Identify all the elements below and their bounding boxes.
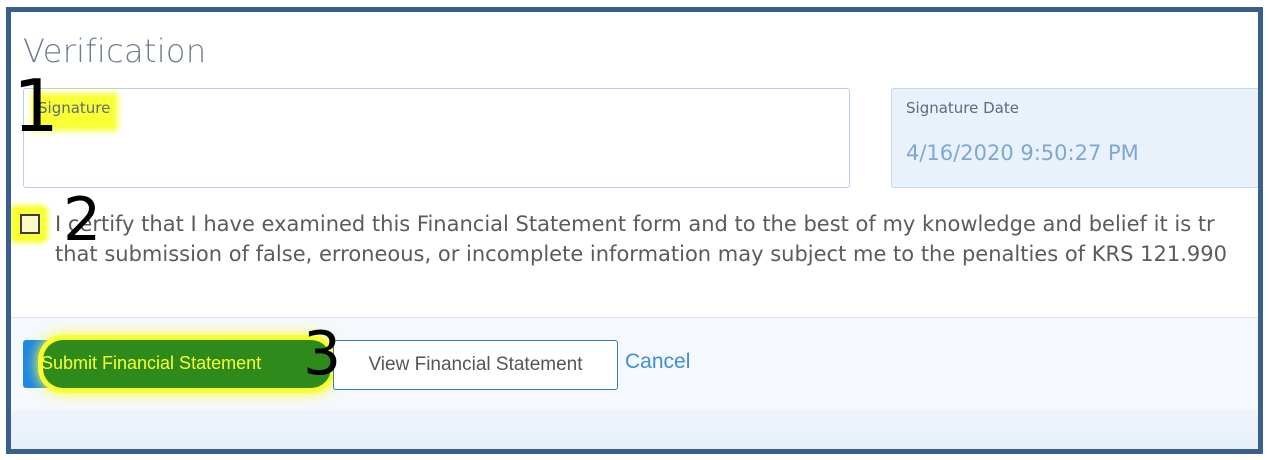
signature-date-value: 4/16/2020 9:50:27 PM [906, 141, 1139, 165]
signature-field[interactable]: Signature [23, 88, 850, 188]
submit-button-label: Submit Financial Statement [41, 353, 262, 373]
signature-input[interactable] [34, 129, 838, 181]
annotation-marker-3: 3 [303, 319, 342, 389]
signature-date-field: Signature Date 4/16/2020 9:50:27 PM [891, 88, 1258, 188]
footer-background [11, 410, 1258, 449]
certification-line-1: I certify that I have examined this Fina… [55, 212, 1215, 236]
certification-text: I certify that I have examined this Fina… [55, 209, 1258, 269]
verification-panel: Verification Signature Signature Date 4/… [6, 7, 1263, 454]
checkbox-highlight [13, 208, 45, 240]
certification-line-2: that submission of false, erroneous, or … [55, 242, 1227, 266]
view-financial-statement-button[interactable]: View Financial Statement [333, 340, 618, 390]
action-bar: Submit Financial Statement View Financia… [11, 317, 1258, 411]
annotation-marker-2: 2 [63, 185, 102, 255]
cancel-link[interactable]: Cancel [625, 350, 690, 374]
signature-date-label: Signature Date [906, 99, 1019, 117]
certify-checkbox[interactable] [20, 214, 40, 234]
annotation-marker-1: 1 [13, 64, 59, 148]
submit-financial-statement-button[interactable]: Submit Financial Statement [23, 340, 331, 388]
